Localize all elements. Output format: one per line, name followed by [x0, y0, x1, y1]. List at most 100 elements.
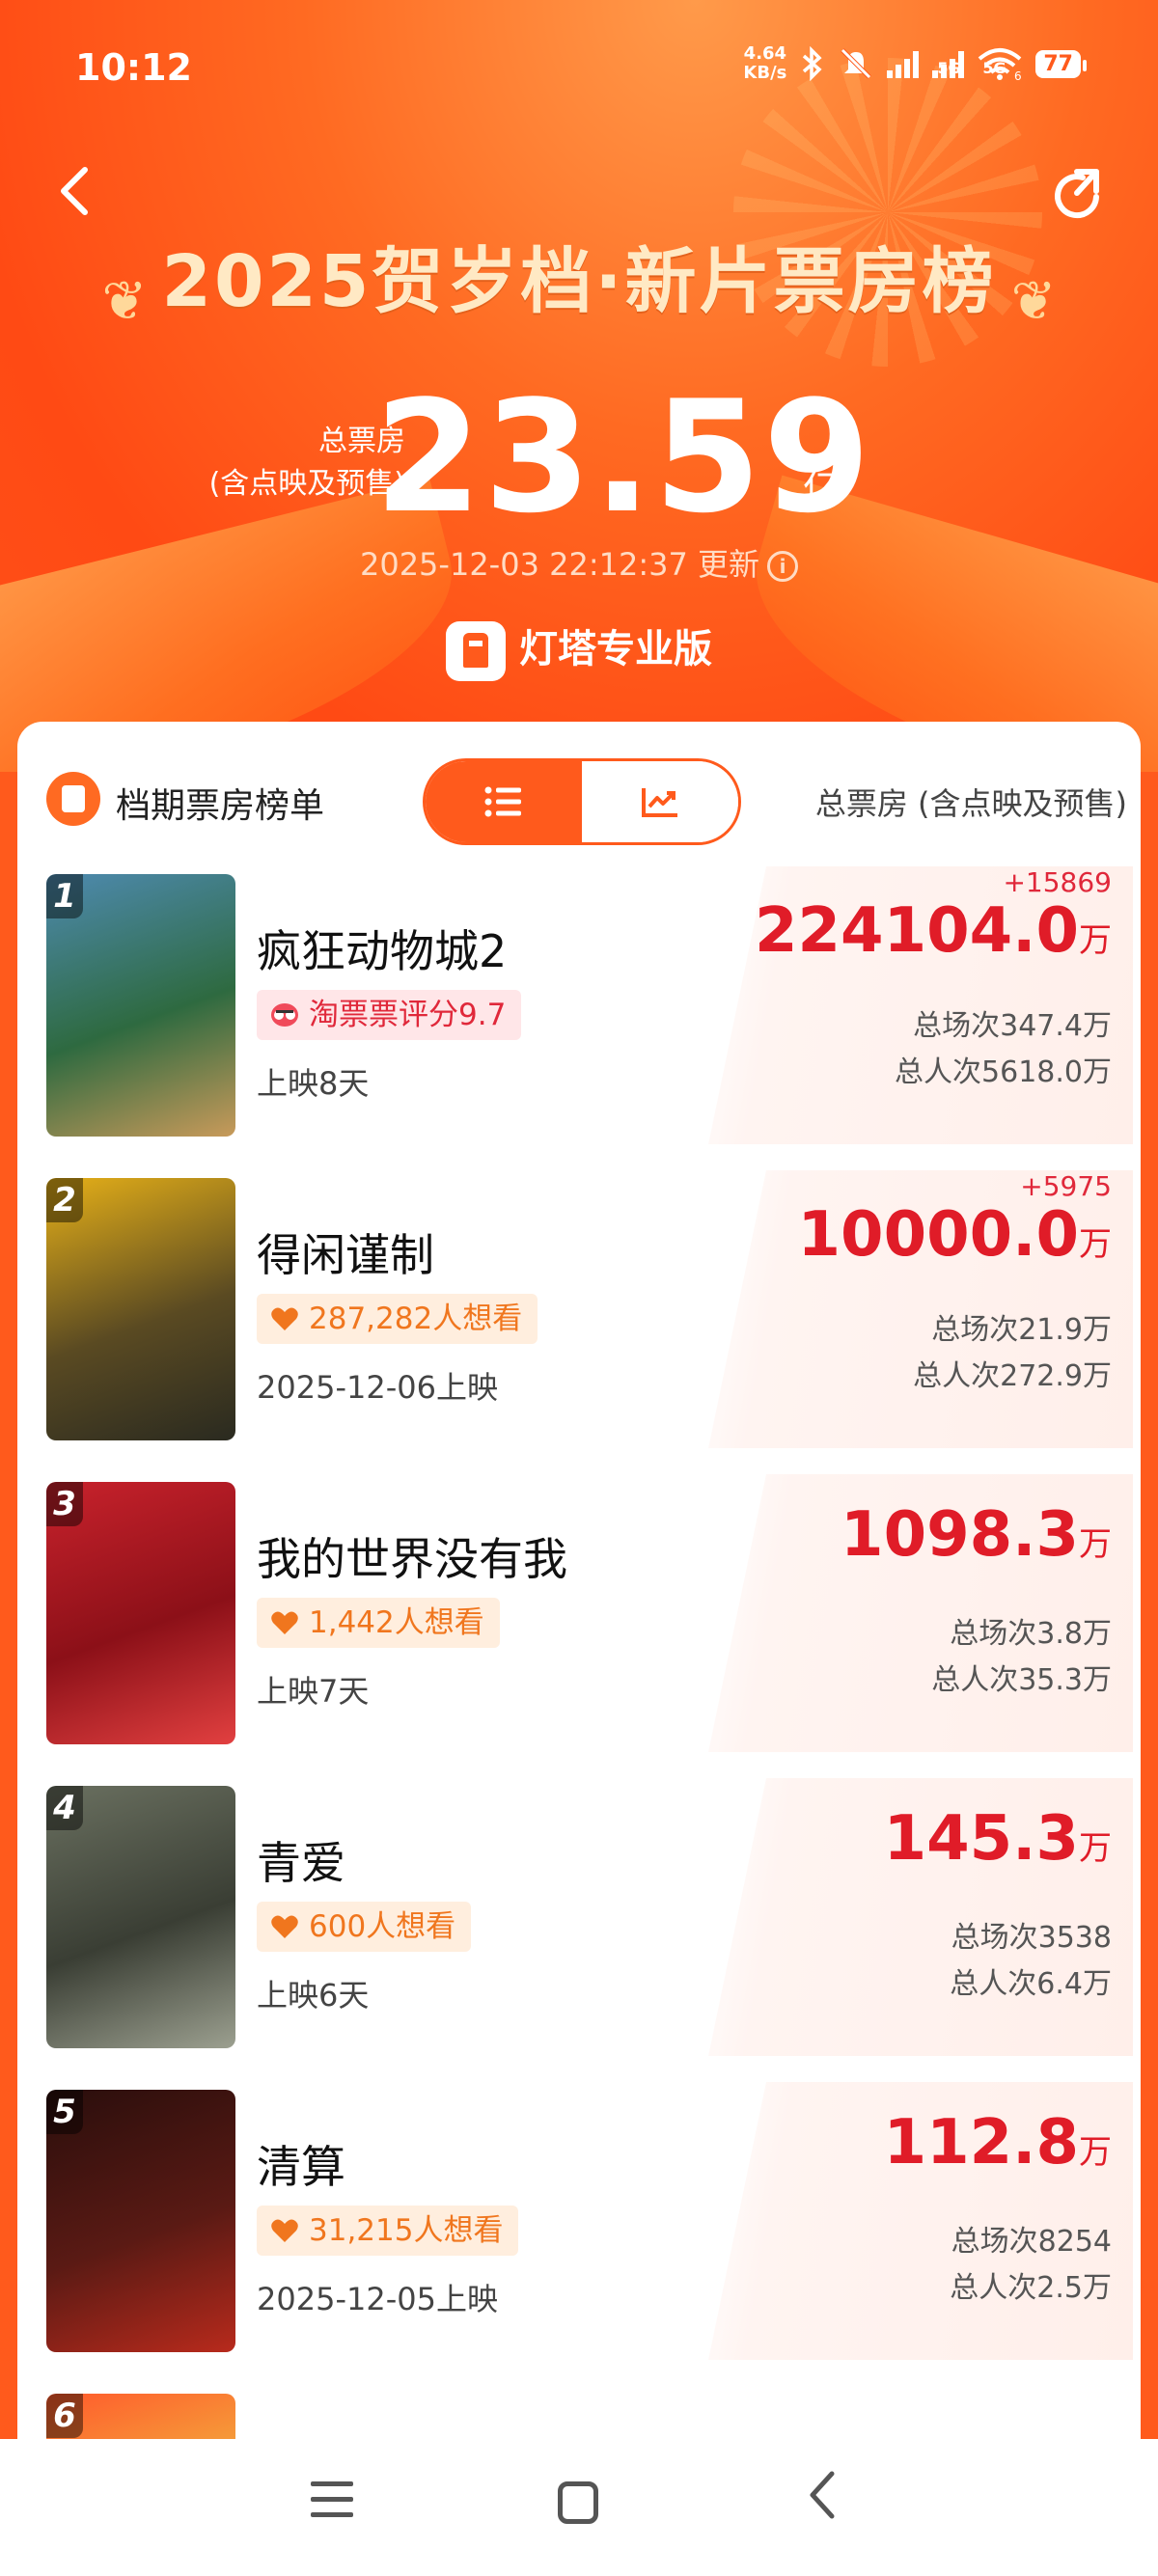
movie-poster: 6	[46, 2394, 235, 2439]
movie-row[interactable]: 1 疯狂动物城2 淘票票评分9.7 上映8天 +15869 224104.0万总场次347…	[17, 866, 1141, 1170]
back-button[interactable]	[56, 164, 102, 222]
movie-title: 我的世界没有我	[257, 1533, 567, 1585]
share-button[interactable]	[1048, 164, 1110, 226]
gross-unit: 万	[1079, 1829, 1112, 1868]
total-shows: 总场次8254	[951, 2225, 1112, 2259]
movie-title: 得闲谨制	[257, 1229, 434, 1281]
heart-icon	[271, 1307, 298, 1330]
update-time: 2025-12-03 22:12:37 更新 i	[0, 540, 1158, 585]
movie-poster: 2	[46, 1178, 235, 1440]
total-admissions: 总人次35.3万	[931, 1663, 1112, 1697]
battery-indicator: 77	[1035, 49, 1087, 78]
gross-value: 112.8万	[883, 2107, 1112, 2179]
ranking-header: 档期票房榜单 总票房 (含点映及预售)	[17, 722, 1141, 866]
back-triangle-icon	[810, 2471, 835, 2519]
total-box-office: 总票房 (含点映及预售) 23.59 亿	[0, 367, 1158, 547]
status-time: 10:12	[75, 46, 192, 89]
release-info: 2025-12-06上映	[257, 1369, 498, 1406]
release-info: 上映7天	[257, 1673, 370, 1710]
heart-icon	[271, 1915, 298, 1938]
gross-delta: +5975	[1020, 1170, 1112, 1202]
gross-delta: +15869	[1003, 866, 1112, 898]
brand: 灯塔专业版	[0, 617, 1158, 681]
page-title: 2025贺岁档·新片票房榜	[161, 240, 997, 323]
movie-row[interactable]: 4 青爱 600人想看上映6天 145.3万总场次3538 总人次6.4万	[17, 1778, 1141, 2082]
recent-apps-button[interactable]	[311, 2481, 353, 2524]
heart-icon	[271, 1611, 298, 1634]
rank-badge: 4	[46, 1786, 83, 1830]
rank-badge: 2	[46, 1178, 83, 1222]
movie-title: 青爱	[257, 1837, 345, 1889]
movie-tag: 淘票票评分9.7	[257, 990, 522, 1040]
gross-value: 145.3万	[883, 1803, 1112, 1875]
rank-badge: 1	[46, 874, 83, 918]
movie-title: 清算	[257, 2141, 345, 2193]
total-value: 23.59	[374, 367, 873, 547]
list-icon	[484, 786, 521, 817]
movie-row[interactable]: 2 得闲谨制 287,282人想看 2025-12-06上映 +5975 10000.0万…	[17, 1170, 1141, 1474]
total-unit: 亿	[803, 467, 841, 511]
movie-poster: 4	[46, 1786, 235, 2048]
ranking-title: 档期票房榜单	[116, 786, 325, 826]
rank-badge: 3	[46, 1482, 83, 1526]
system-back-button[interactable]	[803, 2468, 841, 2533]
lighthouse-logo-icon	[446, 621, 506, 681]
gross-column-label: 总票房 (含点映及预售)	[814, 785, 1127, 822]
movie-poster: 1	[46, 874, 235, 1137]
ranking-card: 档期票房榜单 总票房 (含点映及预售) 1 疯狂动物城2 淘票票评分9.7 上映8天 +…	[17, 722, 1141, 2439]
info-icon[interactable]: i	[767, 551, 799, 582]
chart-view-button[interactable]	[582, 761, 738, 842]
taopiaopiao-icon	[271, 1003, 298, 1027]
movie-row[interactable]: 5 清算 31,215人想看 2025-12-05上映 112.8万总场次8254 总人次…	[17, 2082, 1141, 2386]
view-toggle	[423, 758, 741, 845]
bluetooth-icon	[803, 46, 822, 81]
movie-list: 1 疯狂动物城2 淘票票评分9.7 上映8天 +15869 224104.0万总场次347…	[17, 866, 1141, 2439]
ranking-icon	[46, 772, 100, 826]
signal-icon-sim2: 5G	[932, 49, 1006, 78]
movie-title: 疯狂动物城2	[257, 925, 508, 977]
signal-icon-sim1: 5G	[887, 49, 961, 78]
movie-row[interactable]: 6	[17, 2386, 1141, 2439]
gross-value: 10000.0万	[797, 1199, 1113, 1271]
total-admissions: 总人次6.4万	[950, 1967, 1112, 2001]
movie-tag: 31,215人想看	[257, 2206, 519, 2256]
movie-poster: 5	[46, 2090, 235, 2352]
trend-chart-icon	[642, 788, 677, 817]
movie-tag: 287,282人想看	[257, 1294, 538, 1344]
system-nav-bar	[0, 2439, 1158, 2576]
movie-poster: 3	[46, 1482, 235, 1744]
total-admissions: 总人次2.5万	[950, 2271, 1112, 2305]
status-icons: 4.64 KB/s 5G 5G 6 77	[743, 43, 1087, 83]
release-info: 上映6天	[257, 1977, 370, 2014]
movie-tag: 600人想看	[257, 1902, 472, 1952]
laurel-left-icon: ❦	[101, 270, 148, 333]
total-admissions: 总人次272.9万	[913, 1359, 1112, 1393]
share-icon	[1055, 169, 1099, 219]
list-view-button[interactable]	[426, 761, 582, 842]
release-info: 上映8天	[257, 1065, 370, 1102]
gross-value: 224104.0万	[754, 895, 1112, 967]
rank-badge: 6	[46, 2394, 83, 2438]
chevron-left-icon	[61, 167, 88, 215]
gross-value: 1098.3万	[841, 1499, 1112, 1571]
page-title-row: ❦ 2025贺岁档·新片票房榜 ❦	[0, 224, 1158, 333]
laurel-right-icon: ❦	[1010, 270, 1057, 333]
status-bar: 10:12 4.64 KB/s 5G 5G 6 77	[0, 0, 1158, 135]
total-shows: 总场次3.8万	[950, 1617, 1112, 1651]
total-shows: 总场次3538	[951, 1921, 1112, 1955]
mute-icon	[841, 48, 872, 79]
home-button[interactable]	[558, 2481, 598, 2524]
movie-tag: 1,442人想看	[257, 1598, 500, 1648]
gross-unit: 万	[1079, 1225, 1112, 1264]
gross-unit: 万	[1079, 2133, 1112, 2172]
total-shows: 总场次347.4万	[913, 1009, 1112, 1043]
total-admissions: 总人次5618.0万	[895, 1055, 1112, 1089]
release-info: 2025-12-05上映	[257, 2281, 498, 2317]
rank-badge: 5	[46, 2090, 83, 2134]
network-speed: 4.64 KB/s	[743, 43, 787, 83]
total-shows: 总场次21.9万	[931, 1313, 1112, 1347]
heart-icon	[271, 2219, 298, 2242]
movie-row[interactable]: 3 我的世界没有我 1,442人想看上映7天 1098.3万总场次3.8万总人次35.…	[17, 1474, 1141, 1778]
gross-unit: 万	[1079, 921, 1112, 960]
gross-unit: 万	[1079, 1525, 1112, 1564]
